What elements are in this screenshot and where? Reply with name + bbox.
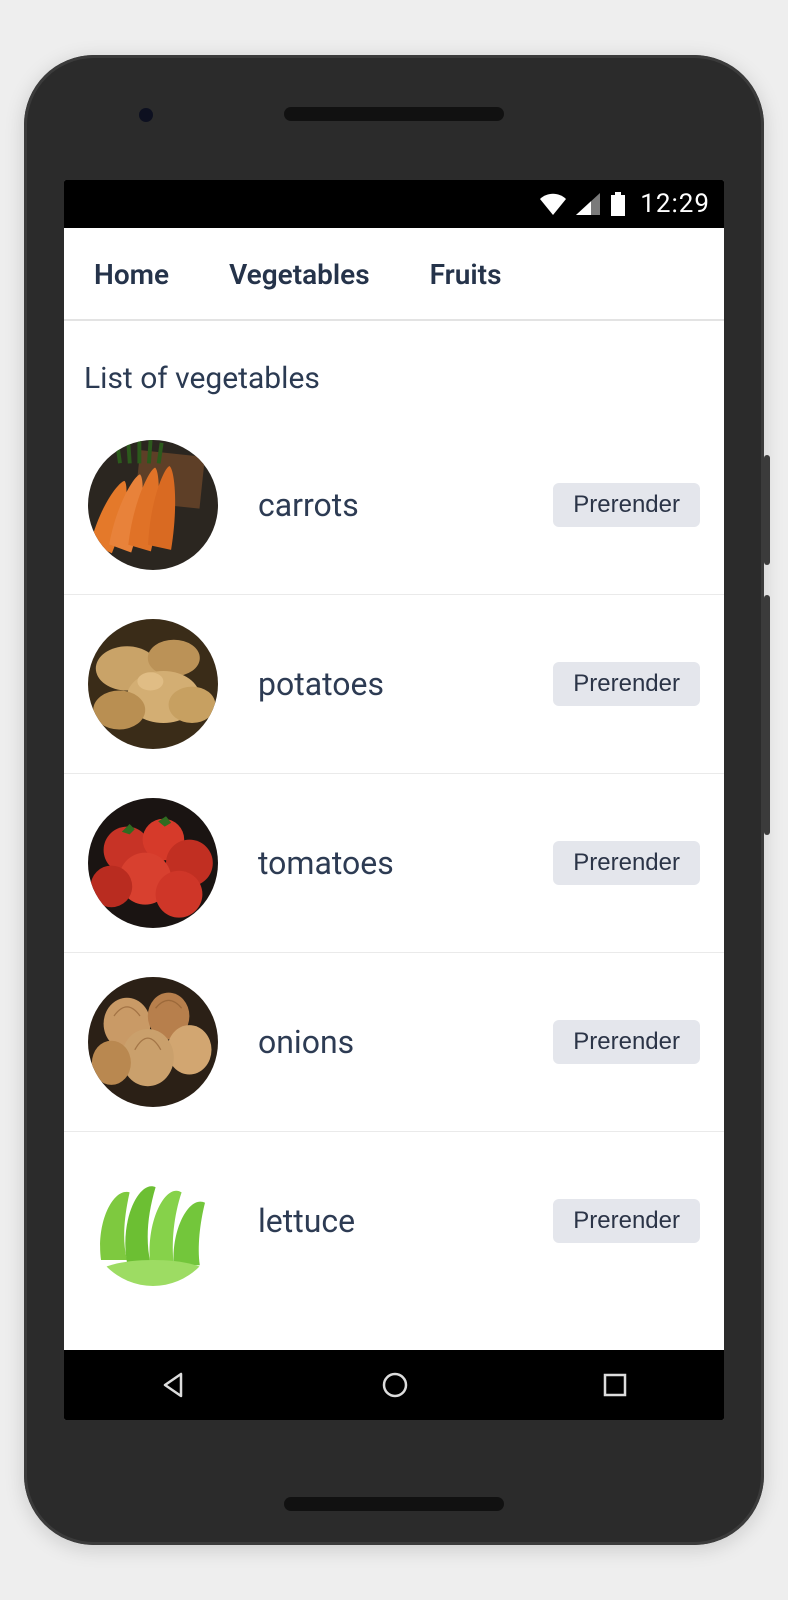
list-item[interactable]: lettuce Prerender: [64, 1132, 724, 1310]
wifi-icon: [540, 193, 566, 215]
page-title: List of vegetables: [64, 321, 724, 416]
item-thumb-lettuce: [88, 1156, 218, 1286]
prerender-button[interactable]: Prerender: [553, 1199, 700, 1243]
status-bar: 12:29: [64, 180, 724, 228]
vegetable-list: carrots Prerender potatoes Prerender: [64, 416, 724, 1310]
list-item[interactable]: carrots Prerender: [64, 416, 724, 595]
nav-vegetables[interactable]: Vegetables: [229, 258, 370, 291]
item-thumb-tomatoes: [88, 798, 218, 928]
screen: 12:29 Home Vegetables Fruits List of veg…: [64, 180, 724, 1420]
phone-frame: 12:29 Home Vegetables Fruits List of veg…: [24, 55, 764, 1545]
cell-signal-icon: [576, 193, 600, 215]
item-name: onions: [258, 1023, 513, 1061]
item-name: tomatoes: [258, 844, 513, 882]
item-name: carrots: [258, 486, 513, 524]
list-item[interactable]: onions Prerender: [64, 953, 724, 1132]
nav-back-icon[interactable]: [159, 1370, 189, 1400]
prerender-button[interactable]: Prerender: [553, 483, 700, 527]
item-name: potatoes: [258, 665, 513, 703]
nav-home-icon[interactable]: [380, 1370, 410, 1400]
app-body: Home Vegetables Fruits List of vegetable…: [64, 228, 724, 1350]
system-nav-bar: [64, 1350, 724, 1420]
nav-fruits[interactable]: Fruits: [430, 258, 502, 291]
top-nav: Home Vegetables Fruits: [64, 228, 724, 321]
item-name: lettuce: [258, 1202, 513, 1240]
prerender-button[interactable]: Prerender: [553, 662, 700, 706]
item-thumb-onions: [88, 977, 218, 1107]
nav-home[interactable]: Home: [94, 258, 169, 291]
prerender-button[interactable]: Prerender: [553, 841, 700, 885]
prerender-button[interactable]: Prerender: [553, 1020, 700, 1064]
list-item[interactable]: potatoes Prerender: [64, 595, 724, 774]
battery-icon: [610, 192, 626, 216]
list-item[interactable]: tomatoes Prerender: [64, 774, 724, 953]
status-time: 12:29: [640, 189, 710, 219]
item-thumb-carrots: [88, 440, 218, 570]
nav-recents-icon[interactable]: [601, 1371, 629, 1399]
item-thumb-potatoes: [88, 619, 218, 749]
